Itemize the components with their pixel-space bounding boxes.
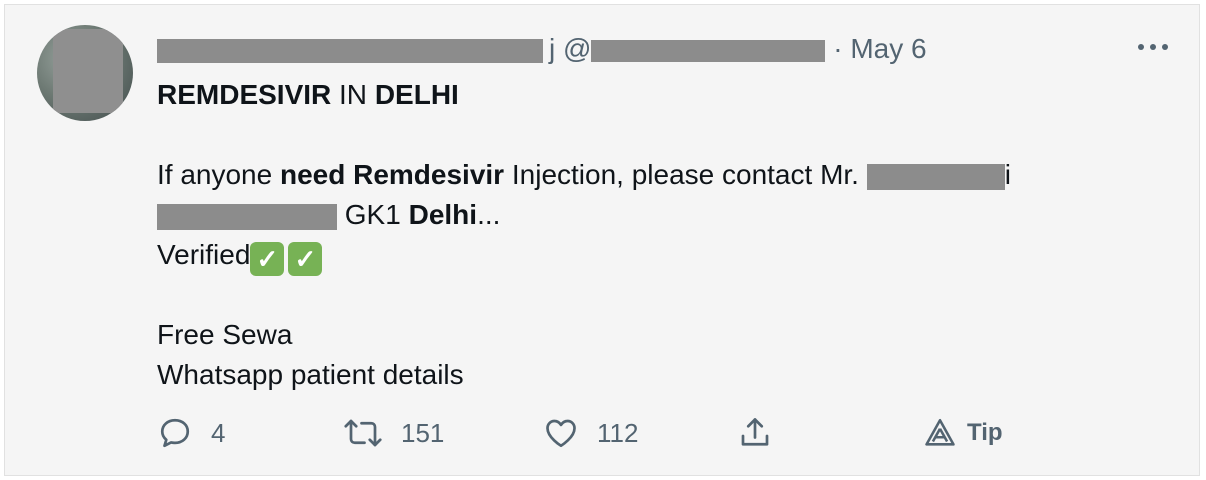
tweet-line-2: GK1 Delhi... [157,195,1157,235]
text-span: need Remdesivir [279,159,505,190]
tip-icon [925,418,955,446]
title-word: IN [331,79,375,110]
tweet-card[interactable]: j @ · May 6 REMDESIVIR IN DELHI If anyon… [4,4,1200,476]
tweet-line-4: Free Sewa [157,319,293,350]
retweet-icon [344,419,382,447]
more-icon[interactable] [1135,37,1171,57]
text-span: Injection, please contact Mr. [504,159,867,190]
tweet-line-1: If anyone need Remdesivir Injection, ple… [157,155,1157,195]
action-bar: 4 151 112 Tip [157,415,1057,451]
title-word: DELHI [374,79,459,110]
tip-button[interactable]: Tip [923,415,1003,451]
check-mark-icon: ✓ [250,242,285,276]
reply-button[interactable]: 4 [157,415,225,451]
handle-prefix: @ [563,33,592,64]
tweet-title: REMDESIVIR IN DELHI [157,75,1157,115]
text-span: ... [477,199,501,230]
title-word: REMDESIVIR [157,79,332,110]
tweet-date[interactable]: May 6 [850,33,926,64]
avatar[interactable] [37,25,133,121]
tweet-header: j @ · May 6 [157,31,927,67]
text-span: i [1004,159,1011,190]
display-name-redacted[interactable] [157,38,543,63]
like-button[interactable]: 112 [543,415,638,451]
retweet-button[interactable]: 151 [343,415,444,451]
share-button[interactable] [737,415,773,451]
like-icon [546,419,576,448]
name-tail: j [549,33,556,64]
text-span: GK1 [337,199,409,230]
phone-redacted [157,203,337,230]
share-icon [741,418,769,446]
tweet-text: REMDESIVIR IN DELHI If anyone need Remde… [157,75,1157,395]
retweet-count: 151 [401,417,445,448]
tweet-line-5: Whatsapp patient details [157,359,464,390]
text-span: If anyone [157,159,280,190]
reply-icon [160,418,190,448]
handle-redacted[interactable] [591,39,826,62]
like-count: 112 [597,417,639,448]
reply-count: 4 [211,417,226,448]
avatar-redaction [53,29,123,113]
text-span: Delhi [408,199,478,230]
contact-name-redacted [866,163,1005,190]
check-mark-icon: ✓ [288,242,323,276]
tweet-line-3: Verified ✓ ✓ [157,235,1157,276]
tip-label: Tip [967,419,1003,446]
text-span: Verified [157,239,251,270]
separator: · [833,33,843,64]
